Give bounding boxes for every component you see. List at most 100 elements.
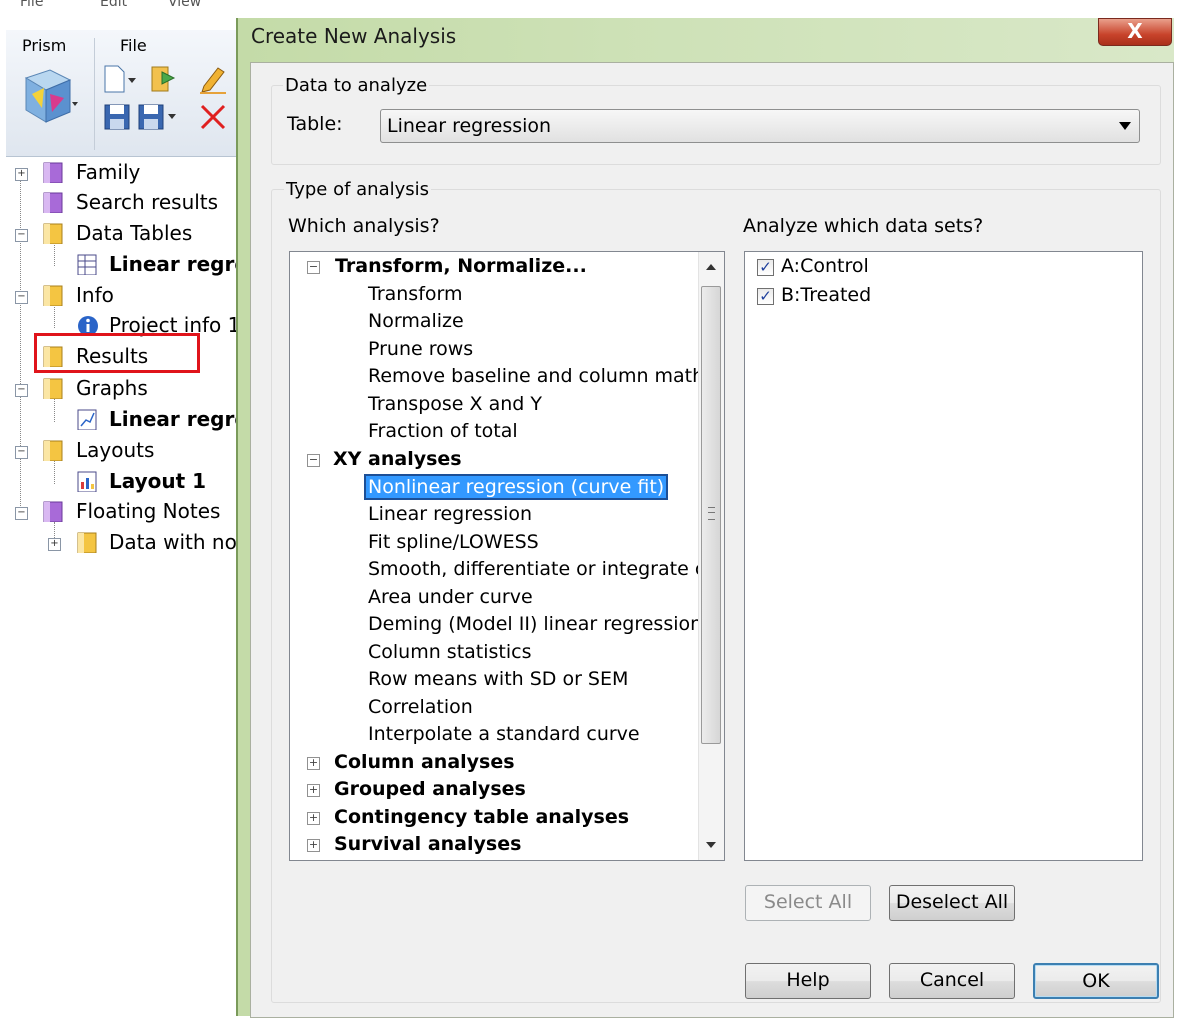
ribbon-group-prism: Prism [22,36,67,55]
category-label: Survival analyses [334,833,522,855]
deselect-all-button[interactable]: Deselect All [889,885,1015,921]
collapse-icon[interactable]: − [307,261,320,274]
analysis-label: Correlation [368,696,473,718]
save-as-icon[interactable] [136,102,184,132]
tree-item-data-table-linear[interactable]: Linear regres [0,250,250,280]
menu-bar: File Edit View [0,0,250,26]
tree-item-family[interactable]: + Family [0,158,250,188]
expand-icon[interactable]: + [307,757,320,770]
tree-item-floating-notes[interactable]: − Floating Notes [0,497,250,527]
category-xy-analyses[interactable]: − XY analyses [290,447,700,474]
collapse-icon[interactable]: − [15,507,28,520]
dataset-checkbox-b[interactable]: ✓ [757,288,774,305]
category-column-analyses[interactable]: + Column analyses [290,750,700,777]
tree-item-layout-1[interactable]: Layout 1 [0,467,250,497]
which-datasets-label: Analyze which data sets? [743,215,984,237]
table-dropdown-value: Linear regression [387,115,552,137]
category-label: Transform, Normalize... [335,255,587,277]
analysis-label: Normalize [368,310,464,332]
analysis-item-fraction-of-total[interactable]: Fraction of total [290,419,700,446]
menu-edit[interactable]: Edit [100,0,127,10]
menu-view[interactable]: View [168,0,201,10]
category-label: XY analyses [333,448,462,470]
ok-button[interactable]: OK [1033,963,1159,999]
analysis-label: Row means with SD or SEM [368,668,629,690]
expand-icon[interactable]: + [48,538,61,551]
create-new-analysis-dialog: Create New Analysis X Data to analyze Ta… [238,18,1174,1018]
dropdown-arrow-icon[interactable] [1119,122,1131,130]
analysis-item-remove-baseline[interactable]: Remove baseline and column math [290,364,704,391]
analysis-item-smooth-differentiate[interactable]: Smooth, differentiate or integrate curve [290,557,724,584]
analysis-tree-list[interactable]: − Transform, Normalize... Transform Norm… [289,251,725,861]
analysis-item-transpose[interactable]: Transpose X and Y [290,392,700,419]
scroll-up-arrow-icon[interactable] [706,264,716,270]
menu-file[interactable]: File [20,0,43,10]
analysis-item-prune-rows[interactable]: Prune rows [290,337,700,364]
save-icon[interactable] [102,102,132,132]
open-file-icon[interactable] [148,64,180,94]
collapse-icon[interactable]: − [15,446,28,459]
analysis-label: Smooth, differentiate or integrate curve [368,558,725,580]
collapse-icon[interactable]: − [15,229,28,242]
delete-icon[interactable] [198,102,228,132]
analysis-item-fit-spline[interactable]: Fit spline/LOWESS [290,530,700,557]
analysis-item-column-statistics[interactable]: Column statistics [290,640,700,667]
analysis-label: Deming (Model II) linear regression [368,613,703,635]
pencil-icon[interactable] [198,64,228,94]
category-label: Contingency table analyses [334,806,630,828]
category-survival-analyses[interactable]: + Survival analyses [290,832,700,859]
analysis-label: Area under curve [368,586,533,608]
which-analysis-label: Which analysis? [288,215,440,237]
analysis-item-correlation[interactable]: Correlation [290,695,700,722]
collapse-icon[interactable]: − [307,454,320,467]
analysis-item-row-means[interactable]: Row means with SD or SEM [290,667,700,694]
analysis-item-deming-regression[interactable]: Deming (Model II) linear regression [290,612,703,639]
analysis-item-interpolate-standard-curve[interactable]: Interpolate a standard curve [290,722,700,749]
help-button[interactable]: Help [745,963,871,999]
expand-icon[interactable]: + [307,812,320,825]
analysis-list-scrollbar[interactable] [698,252,724,860]
family-folder-icon [43,162,63,183]
datasets-list[interactable]: ✓ A:Control ✓ B:Treated [744,251,1143,861]
expand-icon[interactable]: + [15,168,28,181]
data-tables-folder-icon [43,223,63,244]
expand-icon[interactable]: + [307,784,320,797]
dialog-title: Create New Analysis [251,24,457,48]
analysis-item-transform[interactable]: Transform [290,282,700,309]
scroll-down-arrow-icon[interactable] [706,842,716,848]
category-grouped-analyses[interactable]: + Grouped analyses [290,777,700,804]
expand-icon[interactable]: + [307,839,320,852]
analysis-item-linear-regression[interactable]: Linear regression [290,502,700,529]
tree-item-search-results[interactable]: Search results [0,188,250,218]
prism-cube-icon[interactable] [20,68,78,126]
dataset-checkbox-a[interactable]: ✓ [757,259,774,276]
new-file-icon[interactable] [102,64,138,94]
tree-item-data-tables[interactable]: − Data Tables [0,219,250,249]
data-notes-folder-icon [77,532,97,553]
cancel-button[interactable]: Cancel [889,963,1015,999]
tree-item-layouts[interactable]: − Layouts [0,436,250,466]
tree-item-data-with-notes[interactable]: + Data with note [0,528,250,558]
tree-label-layouts: Layouts [76,438,155,462]
analysis-label: Fit spline/LOWESS [368,531,539,553]
close-button[interactable]: X [1098,18,1172,46]
category-label: Column analyses [334,751,515,773]
collapse-icon[interactable]: − [15,291,28,304]
analysis-label: Fraction of total [368,420,518,442]
analysis-label: Column statistics [368,641,532,663]
scrollbar-thumb[interactable] [701,286,721,744]
table-dropdown[interactable]: Linear regression [380,109,1140,143]
tree-item-graphs[interactable]: − Graphs [0,374,250,404]
tree-item-graph-linear[interactable]: Linear regres [0,405,250,435]
tree-item-info[interactable]: − Info [0,281,250,311]
analysis-item-area-under-curve[interactable]: Area under curve [290,585,700,612]
analysis-item-nonlinear-regression[interactable]: Nonlinear regression (curve fit) [290,474,700,502]
graph-icon [77,409,97,430]
category-transform-normalize[interactable]: − Transform, Normalize... [290,254,700,281]
select-all-button[interactable]: Select All [745,885,871,921]
analysis-label: Transpose X and Y [368,393,542,415]
collapse-icon[interactable]: − [15,384,28,397]
analysis-item-normalize[interactable]: Normalize [290,309,700,336]
notes-folder-icon [43,501,63,522]
category-contingency-table-analyses[interactable]: + Contingency table analyses [290,805,700,832]
